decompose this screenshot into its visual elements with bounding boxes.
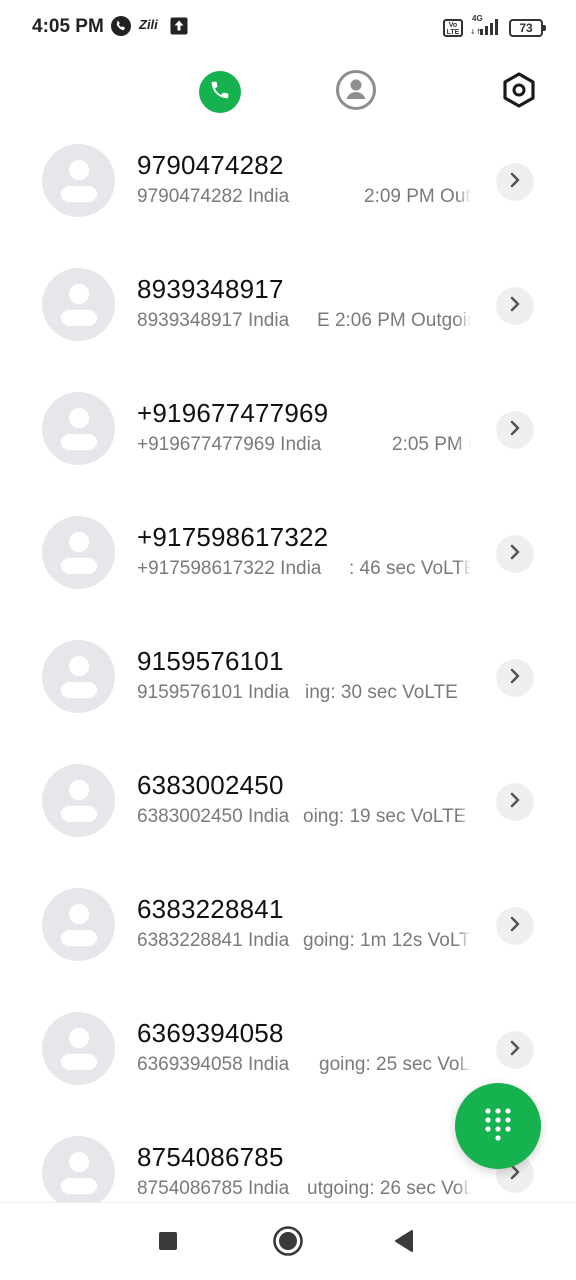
call-details-button[interactable] xyxy=(496,1031,534,1069)
avatar xyxy=(42,144,115,217)
back-triangle-icon xyxy=(393,1229,415,1258)
caller-location: +919677477969 India xyxy=(137,434,328,456)
chevron-right-icon xyxy=(508,1040,522,1061)
caller-location: 6383002450 India xyxy=(137,806,296,828)
call-log-item[interactable]: +917598617322 : 46 sec VoLTE +9175986173… xyxy=(0,492,576,616)
call-log-item[interactable]: +919677477969 2:05 PM Outgoing +91967747… xyxy=(0,368,576,492)
status-time: 4:05 PM xyxy=(32,16,104,37)
caller-number: 8939348917 xyxy=(137,274,284,304)
caller-number: 9790474282 xyxy=(137,150,284,180)
home-circle-icon xyxy=(272,1225,304,1262)
caller-number: +919677477969 xyxy=(137,398,329,428)
call-subtitle: 2:05 PM Outgoing +919677477969 India xyxy=(137,434,471,460)
avatar xyxy=(42,640,115,713)
back-button[interactable] xyxy=(384,1227,424,1259)
call-log-item[interactable]: 6383002450 oing: 19 sec VoLTE 6383002450… xyxy=(0,740,576,864)
caller-number: 6383002450 xyxy=(137,770,284,800)
tab-contacts[interactable] xyxy=(334,69,378,116)
signal-icon: ↓↑ xyxy=(470,17,502,40)
call-subtitle: utgoing: 26 sec VoLTE 8754086785 India xyxy=(137,1178,471,1202)
call-detail: going: 1m 12s VoLTE xyxy=(303,930,471,951)
tab-calls[interactable] xyxy=(199,71,241,113)
contact-icon xyxy=(335,69,377,116)
caller-location: 9159576101 India xyxy=(137,682,296,704)
call-detail: 2:09 PM Outgoing xyxy=(364,186,471,207)
caller-number: 9159576101 xyxy=(137,646,284,676)
call-subtitle: 2:09 PM Outgoing 9790474282 India xyxy=(137,186,471,212)
call-details-button[interactable] xyxy=(496,411,534,449)
call-subtitle: ing: 30 sec VoLTE 9159576101 India xyxy=(137,682,471,708)
call-subtitle: going: 1m 12s VoLTE 6383228841 India xyxy=(137,930,471,956)
call-details-button[interactable] xyxy=(496,783,534,821)
caller-location: 8939348917 India xyxy=(137,310,296,332)
svg-text:↓↑: ↓↑ xyxy=(470,28,482,35)
call-log-item[interactable]: 9790474282 2:09 PM Outgoing 9790474282 I… xyxy=(0,120,576,244)
chevron-right-icon xyxy=(508,792,522,813)
recents-button[interactable] xyxy=(148,1227,188,1259)
zili-icon: Zili xyxy=(139,17,158,32)
call-detail: 2:05 PM Outgoing xyxy=(392,434,471,455)
caller-location: 9790474282 India xyxy=(137,186,296,208)
call-log-item[interactable]: 6383228841 going: 1m 12s VoLTE 638322884… xyxy=(0,864,576,988)
square-icon xyxy=(158,1231,178,1256)
call-details-button[interactable] xyxy=(496,659,534,697)
call-subtitle: oing: 19 sec VoLTE 6383002450 India xyxy=(137,806,471,832)
call-log-item[interactable]: 8939348917 E 2:06 PM Outgoing 8939348917… xyxy=(0,244,576,368)
call-detail: utgoing: 26 sec VoLTE xyxy=(307,1178,471,1199)
chevron-right-icon xyxy=(508,544,522,565)
dialpad-icon xyxy=(483,1106,513,1147)
avatar xyxy=(42,516,115,589)
avatar xyxy=(42,1136,115,1202)
call-details-button[interactable] xyxy=(496,907,534,945)
call-detail: : 46 sec VoLTE xyxy=(349,558,471,579)
call-detail: ing: 30 sec VoLTE xyxy=(305,682,458,703)
phone-icon xyxy=(209,79,231,106)
caller-number: 6383228841 xyxy=(137,894,284,924)
avatar xyxy=(42,392,115,465)
call-log-item[interactable]: 9159576101 ing: 30 sec VoLTE 9159576101 … xyxy=(0,616,576,740)
chevron-right-icon xyxy=(508,916,522,937)
chevron-right-icon xyxy=(508,420,522,441)
avatar xyxy=(42,888,115,961)
chevron-right-icon xyxy=(508,668,522,689)
system-navigation-bar xyxy=(0,1202,576,1280)
battery-icon: 73 xyxy=(509,19,546,37)
call-detail: oing: 19 sec VoLTE xyxy=(303,806,467,827)
status-bar: 4:05 PM Zili Vo LTE 4G ↓↑ 73 xyxy=(0,0,576,56)
caller-location: 8754086785 India xyxy=(137,1178,296,1200)
call-detail: E 2:06 PM Outgoing xyxy=(317,310,471,331)
caller-number: 8754086785 xyxy=(137,1142,284,1172)
avatar xyxy=(42,1012,115,1085)
caller-location: 6383228841 India xyxy=(137,930,296,952)
caller-number: 6369394058 xyxy=(137,1018,284,1048)
chevron-right-icon xyxy=(508,296,522,317)
chevron-right-icon xyxy=(508,172,522,193)
home-button[interactable] xyxy=(268,1225,308,1262)
call-subtitle: : 46 sec VoLTE +917598617322 India xyxy=(137,558,471,584)
caller-location: 6369394058 India xyxy=(137,1054,296,1076)
call-subtitle: going: 25 sec VoLTE 6369394058 India xyxy=(137,1054,471,1080)
volte-icon: Vo LTE xyxy=(443,19,463,37)
avatar xyxy=(42,268,115,341)
avatar xyxy=(42,764,115,837)
caller-number: +917598617322 xyxy=(137,522,329,552)
call-subtitle: E 2:06 PM Outgoing 8939348917 India xyxy=(137,310,471,336)
top-navigation xyxy=(0,60,576,124)
call-log-screen: 4:05 PM Zili Vo LTE 4G ↓↑ 73 9790474282 … xyxy=(0,0,576,1280)
call-details-button[interactable] xyxy=(496,163,534,201)
call-details-button[interactable] xyxy=(496,535,534,573)
whatsapp-call-icon xyxy=(110,15,132,42)
call-log-list[interactable]: 9790474282 2:09 PM Outgoing 9790474282 I… xyxy=(0,120,576,1202)
upload-icon xyxy=(170,17,188,40)
call-detail: going: 25 sec VoLTE xyxy=(319,1054,471,1075)
caller-location: +917598617322 India xyxy=(137,558,328,580)
settings-icon xyxy=(502,71,536,113)
settings-button[interactable] xyxy=(498,70,540,114)
call-details-button[interactable] xyxy=(496,287,534,325)
dialpad-button[interactable] xyxy=(455,1083,541,1169)
